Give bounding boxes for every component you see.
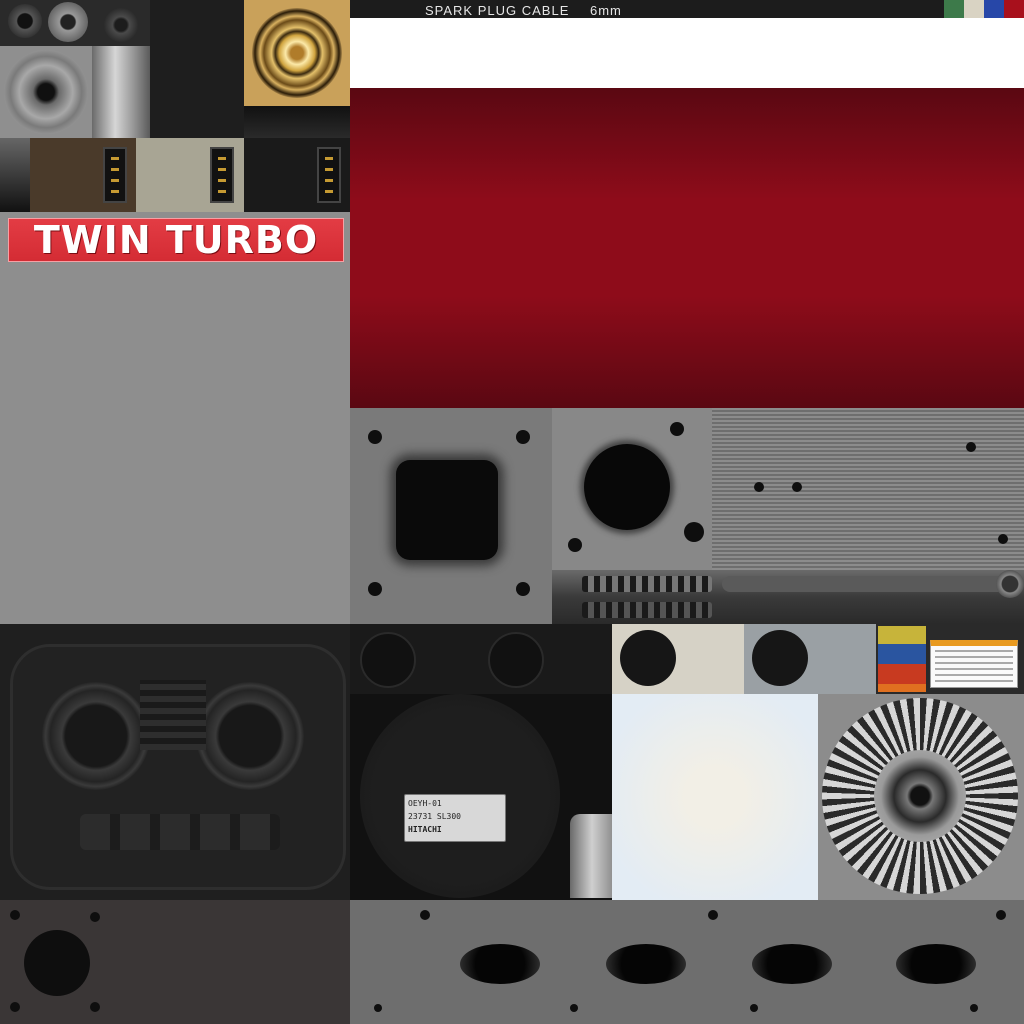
swatch-red [1004,0,1024,18]
cylinder-tile [92,46,150,138]
textured-metal-tile [712,408,1024,570]
grey-panel [0,212,350,624]
turbo-right-icon [196,682,304,790]
swatch-green [944,0,964,18]
round-hole [488,632,544,688]
screw-hole [516,582,530,596]
blue-sticker [878,644,926,664]
red-sticker [878,664,926,684]
white-area [350,18,1024,88]
washer-icon [4,50,88,134]
rivet-icon [754,482,764,492]
motor-label-line2: 23731 SL300 [408,812,461,821]
bottom-plate-left [0,900,350,1024]
vent-slots-icon [582,576,712,592]
ribs-icon [80,814,280,850]
rivet-icon [10,910,20,920]
rivet-icon [374,1004,382,1012]
screw-hole [684,522,704,542]
dark-holes-tile [350,624,612,694]
dark-tile [150,0,244,138]
beige-hole-tile [612,624,744,694]
round-opening-icon [584,444,670,530]
motor-label-line1: OEYH-01 [408,799,442,808]
grille-icon [140,680,206,750]
round-plate-tile [552,408,712,570]
vent-strip-tile [552,570,1024,624]
rivet-icon [998,534,1008,544]
screw-hole [516,430,530,444]
hex-nut-icon [104,8,138,42]
red-panel [350,88,1024,408]
round-hole [620,630,676,686]
connector-beige-tile [136,138,244,212]
swatch-blue [984,0,1004,18]
square-opening-icon [396,460,498,560]
rivet-icon [792,482,802,492]
rivet-icon [966,442,976,452]
hex-bolt-icon [48,2,88,42]
cable-size: 6mm [590,3,622,18]
vent-slots-icon [582,602,712,618]
washer-tile [0,46,92,138]
connector-pins-icon [317,147,341,203]
round-hole [752,630,808,686]
swatch-white [964,0,984,18]
bottom-plate-right [350,900,1024,1024]
oval-hole [752,944,832,984]
brass-fitting-tile [244,0,350,106]
rivet-icon [996,910,1006,920]
oval-hole [896,944,976,984]
badge-text: TWIN TURBO [33,218,319,262]
yellow-sticker [878,626,926,644]
screw-hole [568,538,582,552]
rivet-icon [90,912,100,922]
cable-label: SPARK PLUG CABLE [425,3,570,18]
screw-hole [670,422,684,436]
rail-icon [722,576,1012,592]
orange-sticker [878,684,926,692]
connector-pins-icon [210,147,234,203]
oval-hole [606,944,686,984]
turbo-left-icon [42,682,150,790]
rivet-icon [90,1002,100,1012]
screw-hole [368,430,382,444]
white-diffuse-tile [612,694,818,900]
rivet-icon [970,1004,978,1012]
cable-strip: SPARK PLUG CABLE 6mm [350,0,1024,18]
metal-gradient-tile [0,138,30,212]
connector-pins-icon [103,147,127,203]
bracket-icon [570,814,612,898]
round-hole [360,632,416,688]
round-hole [24,930,90,996]
bolt-heads-tile [0,0,150,46]
screw-hole [368,582,382,596]
rivet-icon [420,910,430,920]
brass-fitting-icon [252,8,342,98]
warning-label [930,640,1018,688]
motor-label-sticker: OEYH-01 23731 SL300 HITACHI [404,794,506,842]
square-plate-tile [350,408,552,624]
fan-tile [818,694,1024,900]
oval-hole [460,944,540,984]
dark-strip-tile [244,106,350,138]
rivet-icon [708,910,718,920]
connector-brown-tile [30,138,136,212]
twin-turbo-badge: TWIN TURBO [8,218,344,262]
bolt-end-icon [996,570,1024,598]
grey-hole-tile [744,624,876,694]
connector-black-tile [244,138,350,212]
rivet-icon [750,1004,758,1012]
rivet-icon [10,1002,20,1012]
engine-cover-tile [0,624,350,900]
socket-bolt-icon [8,4,42,38]
rivet-icon [570,1004,578,1012]
motor-label-line3: HITACHI [408,825,442,834]
fan-hub-icon [874,750,966,842]
